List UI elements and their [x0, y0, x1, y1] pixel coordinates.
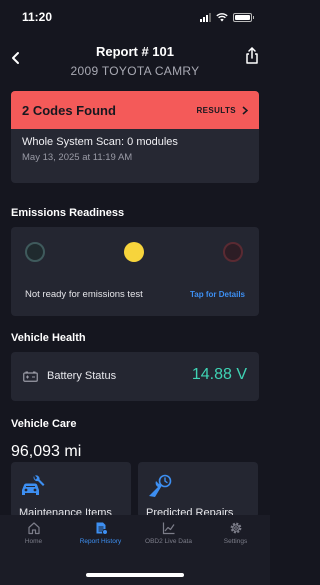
status-time: 11:20 — [22, 10, 53, 24]
codes-card[interactable]: 2 Codes Found RESULTS Whole System Scan:… — [11, 91, 259, 183]
emissions-card[interactable]: Not ready for emissions test Tap for Det… — [11, 227, 259, 316]
battery-level-icon — [233, 12, 254, 22]
page-title: Report # 101 — [95, 44, 175, 59]
scan-date: May 13, 2025 at 11:19 AM — [22, 152, 133, 163]
home-indicator[interactable] — [86, 573, 184, 577]
results-label: RESULTS — [196, 105, 236, 115]
maintenance-items-tile[interactable]: Maintenance Items — [11, 462, 131, 518]
battery-status-label: Battery Status — [47, 370, 117, 382]
home-icon — [27, 522, 40, 535]
status-bar: 11:20 — [0, 0, 270, 34]
tap-for-details-link[interactable]: Tap for Details — [190, 290, 245, 299]
tab-home-label: Home — [24, 538, 43, 545]
codes-found-title: 2 Codes Found — [22, 102, 116, 118]
tab-obd2-live-data-label: OBD2 Live Data — [145, 538, 192, 545]
emissions-section-title: Emissions Readiness — [11, 207, 125, 219]
tab-obd2-live-data[interactable]: OBD2 Live Data — [135, 521, 202, 561]
emissions-indicator-ready — [25, 242, 45, 262]
car-wrench-icon — [22, 475, 45, 495]
codes-banner[interactable]: 2 Codes Found RESULTS — [11, 91, 259, 129]
cellular-signal-icon — [200, 12, 211, 22]
wifi-icon — [216, 12, 228, 21]
wrench-clock-icon — [149, 474, 172, 497]
tab-report-history[interactable]: Report History — [67, 521, 134, 561]
scan-summary: Whole System Scan: 0 modules May 13, 202… — [11, 129, 259, 170]
chart-icon — [162, 522, 174, 535]
vehicle-subtitle: 2009 TOYOTA CAMRY — [70, 64, 200, 78]
tab-settings-label: Settings — [223, 538, 248, 545]
status-icons — [200, 12, 254, 22]
share-icon[interactable] — [244, 46, 260, 66]
tab-report-history-label: Report History — [79, 538, 122, 545]
vehicle-care-section-title: Vehicle Care — [11, 418, 77, 430]
scan-title: Whole System Scan: 0 modules — [22, 136, 178, 148]
report-icon — [96, 522, 108, 535]
predicted-repairs-tile[interactable]: Predicted Repairs — [138, 462, 258, 518]
header: Report # 101 2009 TOYOTA CAMRY — [0, 40, 270, 84]
results-button[interactable]: RESULTS — [196, 106, 248, 115]
chevron-right-icon — [242, 105, 248, 115]
tab-settings[interactable]: Settings — [202, 521, 269, 561]
emissions-status: Not ready for emissions test — [25, 289, 143, 300]
gear-icon — [230, 522, 241, 534]
battery-voltage-value: 14.88 V — [191, 366, 247, 383]
mileage-value: 96,093 mi — [11, 443, 82, 460]
car-battery-icon — [23, 371, 38, 382]
emissions-indicator-warning — [124, 242, 144, 262]
emissions-indicator-failed — [223, 242, 243, 262]
battery-status-card[interactable]: Battery Status 14.88 V — [11, 352, 259, 401]
vehicle-health-section-title: Vehicle Health — [11, 332, 86, 344]
tab-home[interactable]: Home — [0, 521, 67, 561]
